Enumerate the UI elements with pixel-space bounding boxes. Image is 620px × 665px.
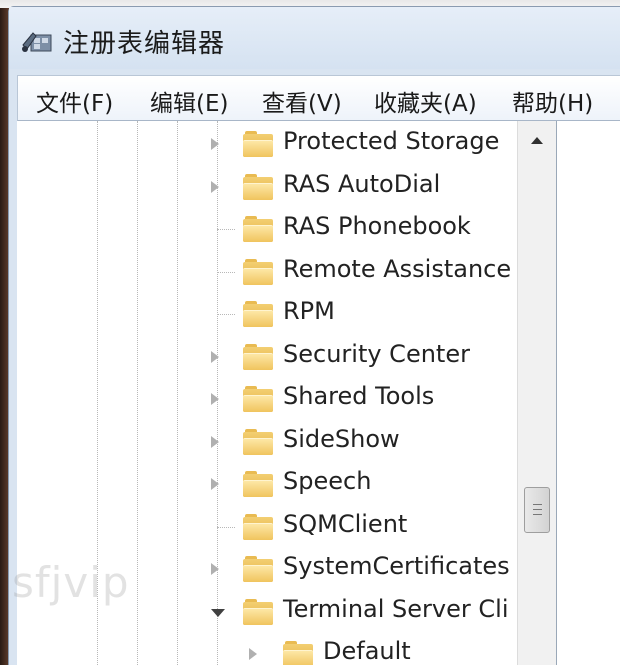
tree-item-label: SideShow xyxy=(283,424,400,453)
folder-icon xyxy=(243,428,273,455)
folder-icon xyxy=(243,173,273,200)
triangle-right-icon[interactable] xyxy=(211,478,219,490)
watermark: sfjvip xyxy=(12,558,130,607)
tree-connector xyxy=(217,271,235,273)
thumb-grip xyxy=(533,504,542,505)
tree-item[interactable]: Default xyxy=(17,633,556,665)
menu-view[interactable]: 查看(V) xyxy=(262,84,342,118)
thumb-grip xyxy=(533,514,542,515)
scrollbar-thumb[interactable] xyxy=(524,487,550,533)
triangle-right-icon[interactable] xyxy=(211,435,219,448)
menu-help[interactable]: 帮助(H) xyxy=(512,84,593,118)
tree-item[interactable]: Remote Assistance xyxy=(17,251,556,293)
triangle-right-icon[interactable] xyxy=(211,138,219,150)
tree-item[interactable]: SideShow xyxy=(17,421,556,463)
folder-icon xyxy=(243,471,273,497)
tree-item-label: RPM xyxy=(283,297,335,325)
tree-item[interactable]: Security Center xyxy=(17,336,556,378)
folder-icon xyxy=(243,343,273,370)
tree-item-label: Security Center xyxy=(283,339,470,368)
triangle-down-icon[interactable] xyxy=(211,608,225,617)
tree-item-label: Terminal Server Cli xyxy=(283,594,509,623)
triangle-right-icon[interactable] xyxy=(211,180,219,193)
triangle-right-icon[interactable] xyxy=(211,563,219,575)
values-pane[interactable] xyxy=(557,121,620,665)
tree-connector xyxy=(217,229,235,230)
tree-item-label: Speech xyxy=(283,467,372,495)
title-bar[interactable]: 注册表编辑器 xyxy=(9,7,620,69)
menu-favorites[interactable]: 收藏夹(A) xyxy=(374,84,477,118)
registry-editor-icon xyxy=(22,32,52,52)
folder-icon xyxy=(243,386,273,412)
tree-scrollbar[interactable] xyxy=(517,121,556,665)
tree-item[interactable]: Shared Tools xyxy=(17,378,556,420)
tree-item[interactable]: RAS Phonebook xyxy=(17,208,556,250)
tree-item-label: Default xyxy=(323,637,411,665)
folder-icon xyxy=(243,598,273,625)
tree-item-label: SQMClient xyxy=(283,509,408,538)
tree-item-label: Remote Assistance xyxy=(283,254,512,283)
folder-icon xyxy=(283,641,313,665)
window-title: 注册表编辑器 xyxy=(63,29,226,59)
thumb-grip xyxy=(533,509,542,510)
tree-item-label: RAS Phonebook xyxy=(283,212,471,240)
tree-item[interactable]: Speech xyxy=(17,463,556,505)
folder-icon xyxy=(243,131,273,157)
tree-item[interactable]: RPM xyxy=(17,293,556,335)
folder-icon xyxy=(243,216,273,242)
triangle-right-icon[interactable] xyxy=(211,350,219,363)
scroll-up-arrow-icon[interactable] xyxy=(531,137,543,144)
folder-icon xyxy=(243,301,273,327)
tree-connector xyxy=(217,314,235,315)
tree-item-label: RAS AutoDial xyxy=(283,169,441,198)
folder-icon xyxy=(243,258,273,285)
triangle-right-icon[interactable] xyxy=(211,393,219,405)
menu-bar: 文件(F) 编辑(E) 查看(V) 收藏夹(A) 帮助(H) xyxy=(17,75,620,121)
triangle-right-icon[interactable] xyxy=(249,648,257,660)
tree-item-label: SystemCertificates xyxy=(283,552,510,580)
menu-file[interactable]: 文件(F) xyxy=(36,84,113,118)
tree-item[interactable]: SQMClient xyxy=(17,506,556,548)
tree-item-label: Protected Storage xyxy=(283,127,500,155)
folder-icon xyxy=(243,513,273,540)
tree-item[interactable]: RAS AutoDial xyxy=(17,166,556,208)
tree-item[interactable]: Protected Storage xyxy=(17,123,556,165)
tree-connector xyxy=(217,526,235,528)
tree-item-label: Shared Tools xyxy=(283,382,435,410)
folder-icon xyxy=(243,556,273,582)
menu-edit[interactable]: 编辑(E) xyxy=(150,84,228,118)
